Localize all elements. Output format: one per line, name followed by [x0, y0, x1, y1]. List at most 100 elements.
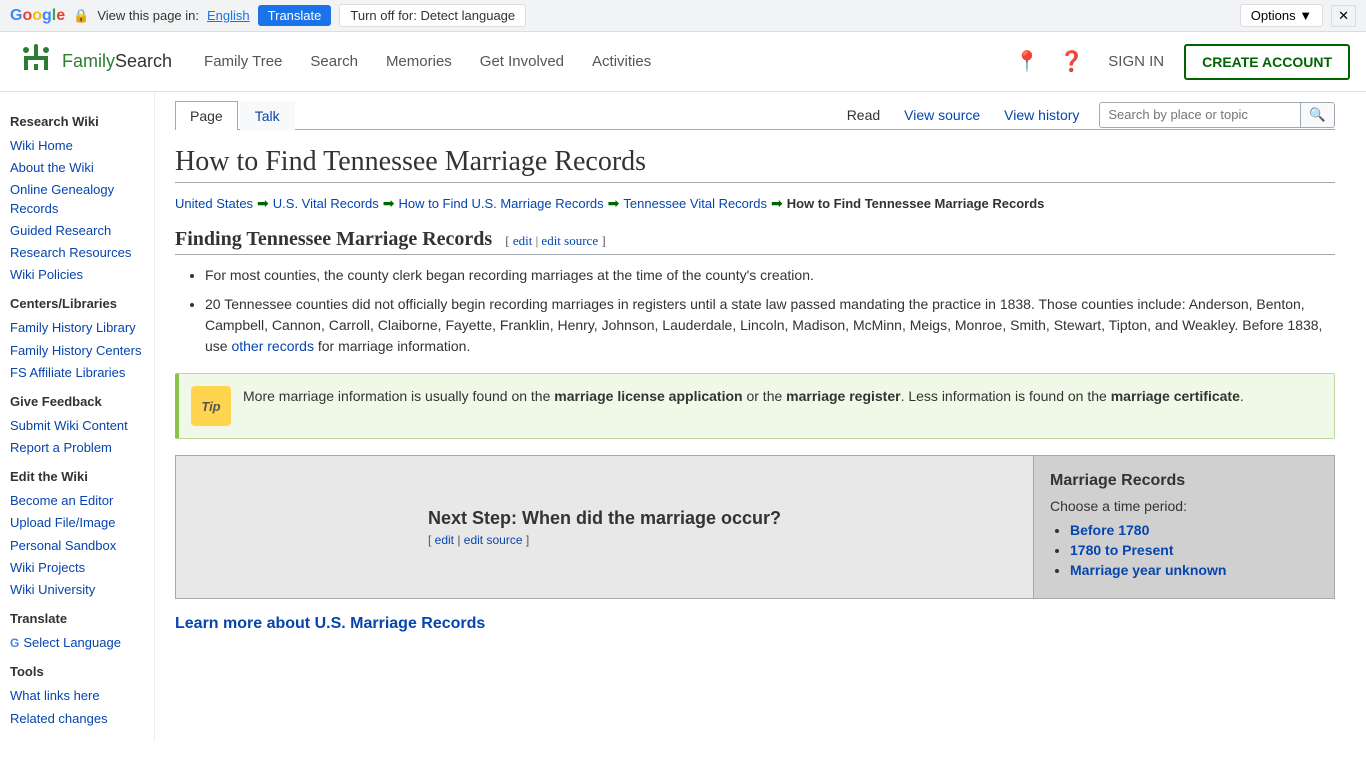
sidebar-link-related-changes[interactable]: Related changes — [10, 708, 144, 730]
sidebar-section-title-tools: Tools — [10, 664, 144, 679]
main-content: Page Talk Read View source View history … — [155, 92, 1355, 742]
translate-button[interactable]: Translate — [258, 5, 332, 26]
tip-box: Tip More marriage information is usually… — [175, 373, 1335, 439]
google-translate-g: G — [10, 636, 19, 650]
action-read[interactable]: Read — [835, 101, 892, 129]
table-left-content: Next Step: When did the marriage occur? … — [428, 508, 781, 547]
before-1780-link[interactable]: Before 1780 — [1070, 522, 1149, 538]
table-right: Marriage Records Choose a time period: B… — [1034, 456, 1334, 598]
breadcrumb-arrow: ➡ — [383, 195, 395, 212]
breadcrumb-arrow: ➡ — [608, 195, 620, 212]
sidebar-link-wiki-home[interactable]: Wiki Home — [10, 135, 144, 157]
table-edit-link[interactable]: edit — [435, 533, 454, 547]
options-button[interactable]: Options ▼ — [1240, 4, 1323, 27]
table-left-edit-links: [ edit | edit source ] — [428, 533, 781, 547]
breadcrumb-current: How to Find Tennessee Marriage Records — [787, 196, 1045, 211]
list-item-2: 20 Tennessee counties did not officially… — [205, 294, 1335, 357]
sidebar-link-submit-wiki[interactable]: Submit Wiki Content — [10, 415, 144, 437]
tip-text: More marriage information is usually fou… — [243, 386, 1244, 407]
tab-page[interactable]: Page — [175, 101, 238, 130]
sidebar-section-title-feedback: Give Feedback — [10, 394, 144, 409]
view-page-text: View this page in: — [97, 8, 199, 23]
action-view-source[interactable]: View source — [892, 101, 992, 129]
table-next-step-text: Next Step: When did the marriage occur? — [428, 508, 781, 529]
sidebar-link-fs-affiliate[interactable]: FS Affiliate Libraries — [10, 362, 144, 384]
nav-search[interactable]: Search — [298, 45, 370, 78]
breadcrumb-arrow: ➡ — [257, 195, 269, 212]
sidebar-section-title-centers: Centers/Libraries — [10, 296, 144, 311]
wiki-search-box: 🔍 — [1099, 102, 1335, 128]
close-translate-button[interactable]: ✕ — [1331, 5, 1356, 27]
breadcrumb-united-states[interactable]: United States — [175, 196, 253, 211]
content-area: Research Wiki Wiki Home About the Wiki O… — [0, 92, 1366, 742]
page-tabs: Page Talk Read View source View history … — [175, 92, 1335, 130]
sidebar-link-wiki-projects[interactable]: Wiki Projects — [10, 557, 144, 579]
sidebar-section-edit-wiki: Edit the Wiki Become an Editor Upload Fi… — [10, 469, 144, 601]
marriage-records-title: Marriage Records — [1050, 472, 1318, 490]
sidebar-section-translate: Translate G Select Language — [10, 611, 144, 654]
familysearch-logo-icon — [16, 42, 56, 82]
wiki-search-button[interactable]: 🔍 — [1300, 103, 1334, 127]
time-period-list: Before 1780 1780 to Present Marriage yea… — [1070, 522, 1318, 578]
article-title: How to Find Tennessee Marriage Records — [175, 146, 1335, 183]
table-edit-source-link[interactable]: edit source — [464, 533, 523, 547]
tab-actions: Read View source View history 🔍 — [835, 101, 1335, 129]
action-view-history[interactable]: View history — [992, 101, 1091, 129]
main-header: FamilySearch Family Tree Search Memories… — [0, 32, 1366, 92]
sign-in-button[interactable]: SIGN IN — [1100, 49, 1172, 74]
breadcrumb-us-marriage-records[interactable]: How to Find U.S. Marriage Records — [398, 196, 603, 211]
breadcrumb-tennessee-vital[interactable]: Tennessee Vital Records — [623, 196, 767, 211]
nav-family-tree[interactable]: Family Tree — [192, 45, 294, 78]
location-icon-button[interactable]: 📍 — [1010, 45, 1043, 78]
sidebar-link-report-problem[interactable]: Report a Problem — [10, 437, 144, 459]
sidebar-link-family-history-centers[interactable]: Family History Centers — [10, 340, 144, 362]
sidebar-link-research-resources[interactable]: Research Resources — [10, 242, 144, 264]
sidebar-link-guided-research[interactable]: Guided Research — [10, 220, 144, 242]
create-account-button[interactable]: CREATE ACCOUNT — [1184, 44, 1350, 80]
breadcrumb: United States ➡ U.S. Vital Records ➡ How… — [175, 195, 1335, 212]
sidebar-link-personal-sandbox[interactable]: Personal Sandbox — [10, 535, 144, 557]
sidebar-link-wiki-policies[interactable]: Wiki Policies — [10, 264, 144, 286]
sidebar-link-about[interactable]: About the Wiki — [10, 157, 144, 179]
sidebar-link-what-links[interactable]: What links here — [10, 685, 144, 707]
list-item-year-unknown: Marriage year unknown — [1070, 562, 1318, 578]
wiki-search-input[interactable] — [1100, 103, 1300, 126]
nav-memories[interactable]: Memories — [374, 45, 464, 78]
sidebar-link-wiki-university[interactable]: Wiki University — [10, 579, 144, 601]
header-right: 📍 ❓ SIGN IN CREATE ACCOUNT — [1010, 44, 1350, 80]
section-edit-links: [ edit | edit source ] — [505, 233, 605, 248]
sidebar-section-tools: Tools What links here Related changes — [10, 664, 144, 729]
table-left: Next Step: When did the marriage occur? … — [176, 456, 1034, 598]
sidebar-link-online-genealogy[interactable]: Online Genealogy Records — [10, 179, 144, 219]
sidebar-section-research-wiki: Research Wiki Wiki Home About the Wiki O… — [10, 114, 144, 286]
nav-activities[interactable]: Activities — [580, 45, 663, 78]
sidebar-section-title-edit: Edit the Wiki — [10, 469, 144, 484]
section-edit-source-link[interactable]: edit source — [541, 233, 598, 248]
sidebar-link-family-history-library[interactable]: Family History Library — [10, 317, 144, 339]
sidebar-section-feedback: Give Feedback Submit Wiki Content Report… — [10, 394, 144, 459]
sidebar-link-upload-file[interactable]: Upload File/Image — [10, 512, 144, 534]
list-item-1: For most counties, the county clerk bega… — [205, 265, 1335, 286]
year-unknown-link[interactable]: Marriage year unknown — [1070, 562, 1226, 578]
language-link[interactable]: English — [207, 8, 250, 23]
main-nav: Family Tree Search Memories Get Involved… — [192, 45, 663, 78]
sidebar: Research Wiki Wiki Home About the Wiki O… — [0, 92, 155, 742]
nav-get-involved[interactable]: Get Involved — [468, 45, 576, 78]
other-records-link[interactable]: other records — [231, 338, 313, 354]
logo-link[interactable]: FamilySearch — [16, 42, 172, 82]
breadcrumb-us-vital-records[interactable]: U.S. Vital Records — [273, 196, 379, 211]
section-edit-link[interactable]: edit — [513, 233, 533, 248]
tip-icon: Tip — [191, 386, 231, 426]
list-item-1780-present: 1780 to Present — [1070, 542, 1318, 558]
turnoff-button[interactable]: Turn off for: Detect language — [339, 4, 526, 27]
help-icon-button[interactable]: ❓ — [1055, 45, 1088, 78]
list-item-before-1780: Before 1780 — [1070, 522, 1318, 538]
sidebar-section-centers: Centers/Libraries Family History Library… — [10, 296, 144, 384]
1780-present-link[interactable]: 1780 to Present — [1070, 542, 1174, 558]
tab-talk[interactable]: Talk — [240, 101, 295, 130]
learn-more-link[interactable]: Learn more about U.S. Marriage Records — [175, 615, 1335, 633]
lock-icon: 🔒 — [73, 8, 89, 24]
sidebar-link-become-editor[interactable]: Become an Editor — [10, 490, 144, 512]
google-logo: Google — [10, 7, 65, 25]
sidebar-link-select-language[interactable]: Select Language — [23, 632, 121, 654]
